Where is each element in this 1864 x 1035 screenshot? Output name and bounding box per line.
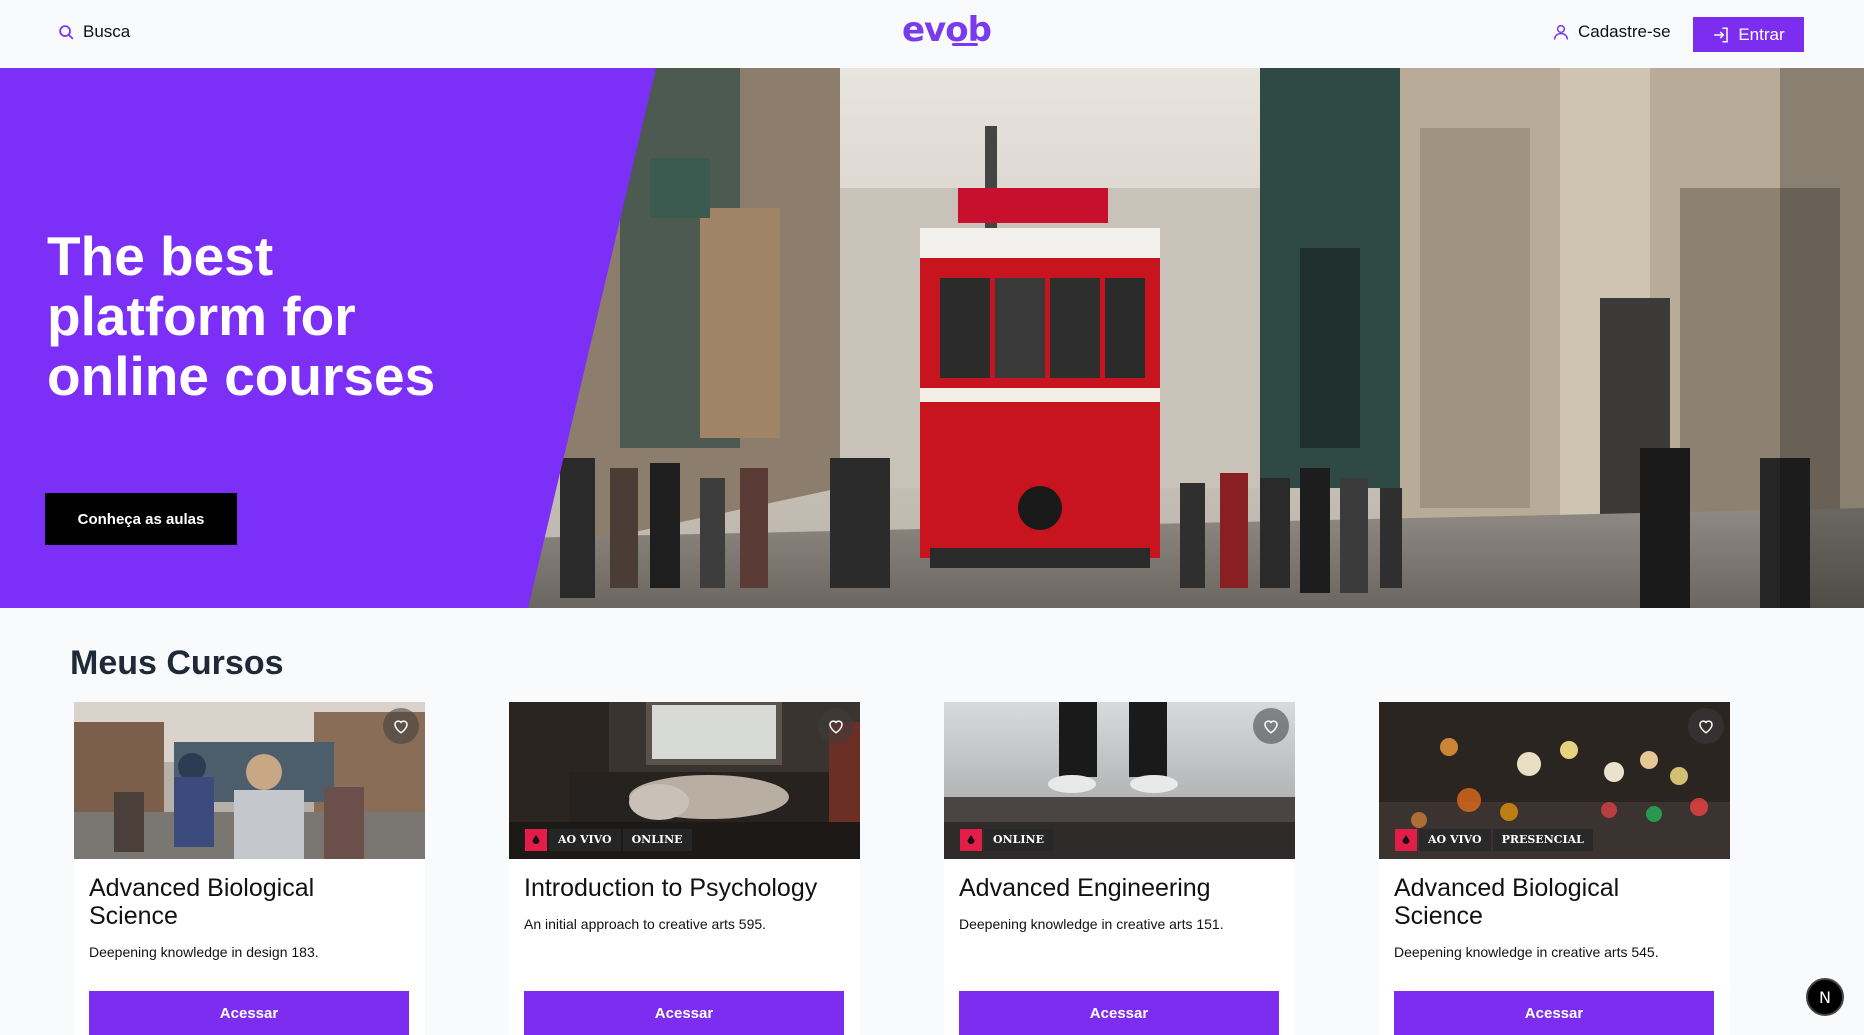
user-icon xyxy=(1553,24,1569,40)
course-description: Deepening knowledge in creative arts 545… xyxy=(1394,944,1659,960)
favorite-button[interactable] xyxy=(818,708,854,744)
badge-online: ONLINE xyxy=(984,829,1053,851)
course-title: Advanced Engineering xyxy=(959,874,1211,902)
course-badges: AO VIVO ONLINE xyxy=(525,829,692,851)
course-badges: AO VIVO PRESENCIAL xyxy=(1395,829,1593,851)
favorite-button[interactable] xyxy=(1688,708,1724,744)
favorite-button[interactable] xyxy=(383,708,419,744)
heart-icon xyxy=(829,720,843,734)
course-card: ONLINE Advanced Engineering Deepening kn… xyxy=(944,702,1295,1035)
heart-icon xyxy=(394,720,408,734)
course-image: AO VIVO ONLINE xyxy=(509,702,860,859)
hero-banner: The best platform for online courses Con… xyxy=(0,68,1864,608)
badge-live: AO VIVO xyxy=(549,829,621,851)
course-card: AO VIVO ONLINE Introduction to Psycholog… xyxy=(509,702,860,1035)
course-image-street-crowd xyxy=(74,702,425,859)
top-navbar: Busca evob Cadastre-se Entrar xyxy=(0,0,1864,68)
badge-live: AO VIVO xyxy=(1419,829,1491,851)
course-image: AO VIVO PRESENCIAL xyxy=(1379,702,1730,859)
drop-icon xyxy=(960,829,982,851)
drop-icon xyxy=(1395,829,1417,851)
course-card: Advanced Biological Science Deepening kn… xyxy=(74,702,425,1035)
login-icon xyxy=(1714,27,1729,42)
login-button[interactable]: Entrar xyxy=(1693,17,1804,52)
course-card: AO VIVO PRESENCIAL Advanced Biological S… xyxy=(1379,702,1730,1035)
register-label: Cadastre-se xyxy=(1578,22,1671,41)
dev-tools-indicator[interactable]: N xyxy=(1806,978,1844,1016)
course-title: Advanced Biological Science xyxy=(89,874,315,930)
course-image xyxy=(74,702,425,859)
hero-title: The best platform for online courses xyxy=(47,225,436,407)
course-title: Introduction to Psychology xyxy=(524,874,818,902)
search-icon xyxy=(59,24,74,40)
favorite-button[interactable] xyxy=(1253,708,1289,744)
course-description: An initial approach to creative arts 595… xyxy=(524,916,767,932)
explore-classes-button[interactable]: Conheça as aulas xyxy=(45,493,237,545)
login-label: Entrar xyxy=(1738,24,1785,44)
course-image: ONLINE xyxy=(944,702,1295,859)
badge-online: ONLINE xyxy=(622,829,692,851)
course-description: Deepening knowledge in creative arts 151… xyxy=(959,916,1224,932)
heart-icon xyxy=(1699,720,1713,734)
search-button[interactable]: Busca xyxy=(58,22,130,42)
access-course-button[interactable]: Acessar xyxy=(959,991,1279,1035)
course-title: Advanced Biological Science xyxy=(1394,874,1620,930)
drop-icon xyxy=(525,829,547,851)
course-badges: ONLINE xyxy=(960,829,1053,851)
access-course-button[interactable]: Acessar xyxy=(524,991,844,1035)
access-course-button[interactable]: Acessar xyxy=(89,991,409,1035)
heart-icon xyxy=(1264,720,1278,734)
register-link[interactable]: Cadastre-se xyxy=(1552,22,1671,42)
badge-in-person: PRESENCIAL xyxy=(1492,829,1593,851)
search-label: Busca xyxy=(83,22,131,41)
access-course-button[interactable]: Acessar xyxy=(1394,991,1714,1035)
my-courses-heading: Meus Cursos xyxy=(70,644,284,682)
course-description: Deepening knowledge in design 183. xyxy=(89,944,319,960)
logo-underline xyxy=(952,43,978,46)
